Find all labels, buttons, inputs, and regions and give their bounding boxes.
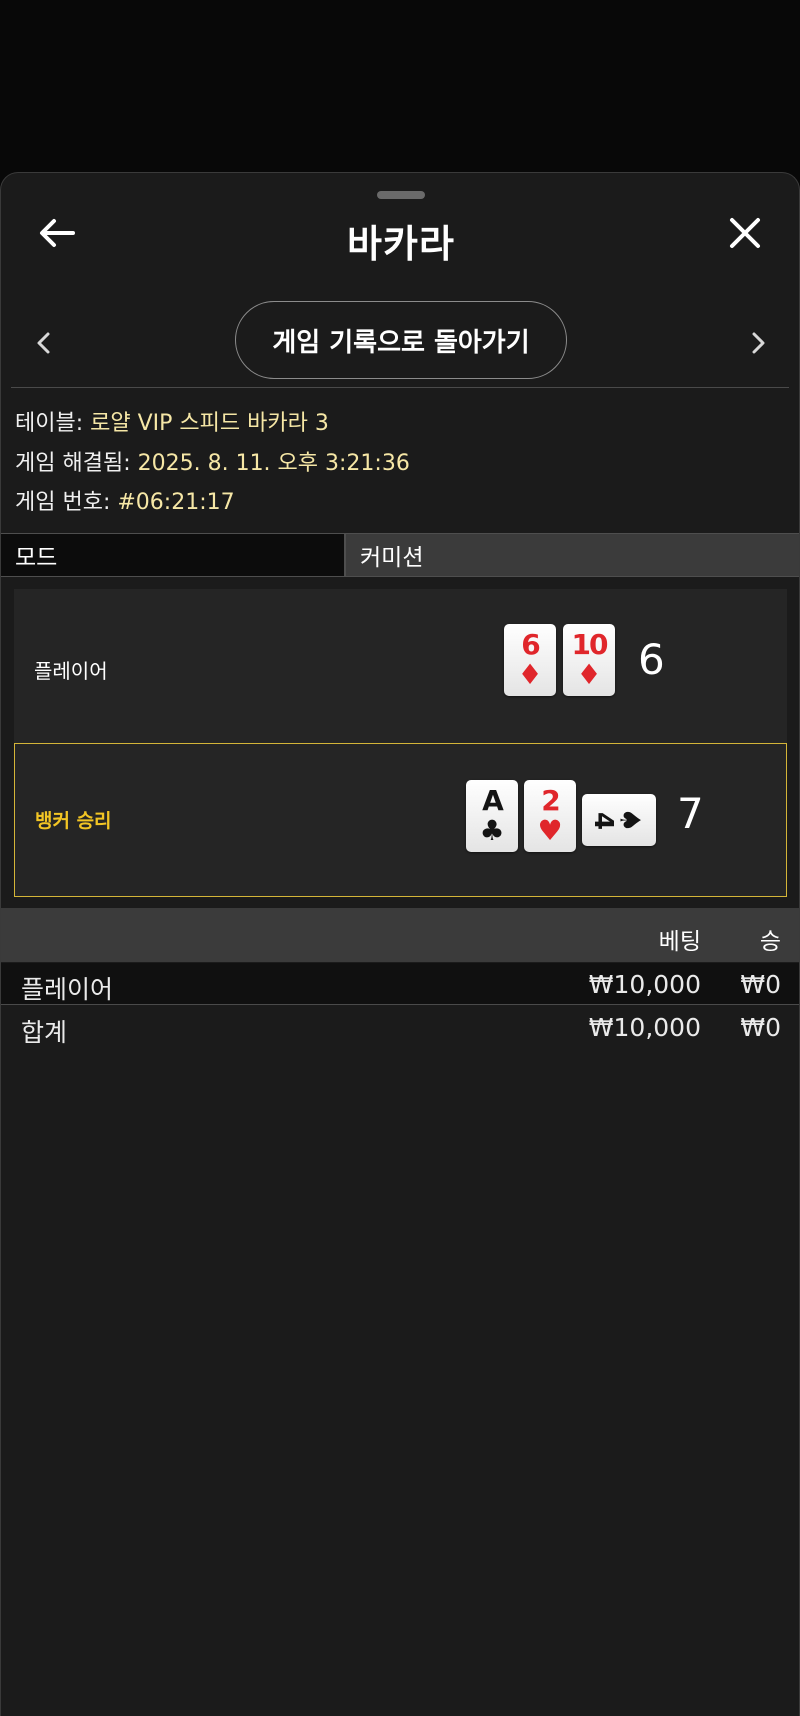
card-rank: 10 [571, 628, 609, 661]
heart-suit-icon: ♥ [537, 814, 563, 847]
total-label: 합계 [21, 1018, 68, 1047]
game-number-value: #06:21:17 [117, 490, 235, 515]
chevron-left-icon [37, 332, 50, 354]
card-rank: 2 [541, 784, 561, 817]
playing-card: 2 ♥ [524, 780, 576, 852]
resolved-label: 게임 해결됨: [15, 451, 131, 476]
spade-suit-icon: ♠ [614, 807, 648, 833]
card-rank: 4 [588, 811, 619, 829]
card-rank: A [482, 784, 504, 817]
table-info: 테이블: 로얄 VIP 스피드 바카라 3 [15, 405, 329, 437]
table-row: 플레이어 ₩10,000 ₩0 [1, 963, 799, 1005]
tab-commission[interactable]: 커미션 [346, 534, 799, 576]
resolved-value: 2025. 8. 11. 오후 3:21:36 [137, 451, 410, 476]
total-bet-amount: ₩10,000 [588, 1013, 701, 1042]
playing-card: 10 ♦ [563, 624, 615, 696]
page-title: 바카라 [347, 222, 455, 266]
divider [11, 387, 789, 388]
tab-mode[interactable]: 모드 [1, 534, 346, 576]
win-column-header: 승 [759, 929, 781, 955]
playing-card-sideways: 4 ♠ [582, 794, 656, 846]
diamond-suit-icon: ♦ [517, 658, 543, 691]
next-game-button[interactable] [737, 313, 781, 373]
game-number-info: 게임 번호: #06:21:17 [15, 484, 235, 516]
previous-game-button[interactable] [21, 313, 65, 373]
drag-handle[interactable] [377, 191, 425, 199]
playing-card: 6 ♦ [504, 624, 556, 696]
player-hand-row: 플레이어 6 ♦ 10 ♦ 6 [14, 589, 787, 743]
total-row: 합계 ₩10,000 ₩0 [1, 1006, 799, 1048]
player-hand-label: 플레이어 [34, 659, 108, 683]
bet-column-header: 베팅 [658, 929, 701, 955]
bet-amount: ₩10,000 [588, 970, 701, 999]
close-icon [730, 218, 760, 248]
banker-hand-row: 뱅커 승리 A ♣ 2 ♥ 4 ♠ 7 [14, 743, 787, 897]
win-amount: ₩0 [740, 970, 781, 999]
close-button[interactable] [715, 203, 775, 263]
table-value: 로얄 VIP 스피드 바카라 3 [90, 411, 329, 436]
card-rank: 6 [521, 628, 541, 661]
resolved-info: 게임 해결됨: 2025. 8. 11. 오후 3:21:36 [15, 445, 410, 477]
table-label: 테이블: [15, 411, 84, 436]
club-suit-icon: ♣ [479, 814, 505, 847]
banker-score: 7 [677, 789, 704, 838]
diamond-suit-icon: ♦ [576, 658, 602, 691]
chevron-right-icon [752, 332, 765, 354]
banker-hand-label: 뱅커 승리 [35, 810, 112, 832]
player-score: 6 [638, 635, 665, 684]
bet-name: 플레이어 [21, 975, 114, 1004]
info-tabs: 모드 커미션 [1, 533, 799, 577]
bet-table-header: 베팅 승 [1, 908, 799, 962]
history-detail-sheet: 바카라 게임 기록으로 돌아가기 테이블: 로얄 VIP 스피드 바카라 3 게… [0, 172, 800, 1716]
total-win-amount: ₩0 [740, 1013, 781, 1042]
playing-card: A ♣ [466, 780, 518, 852]
game-number-label: 게임 번호: [15, 490, 111, 515]
back-to-history-button[interactable]: 게임 기록으로 돌아가기 [235, 301, 567, 379]
